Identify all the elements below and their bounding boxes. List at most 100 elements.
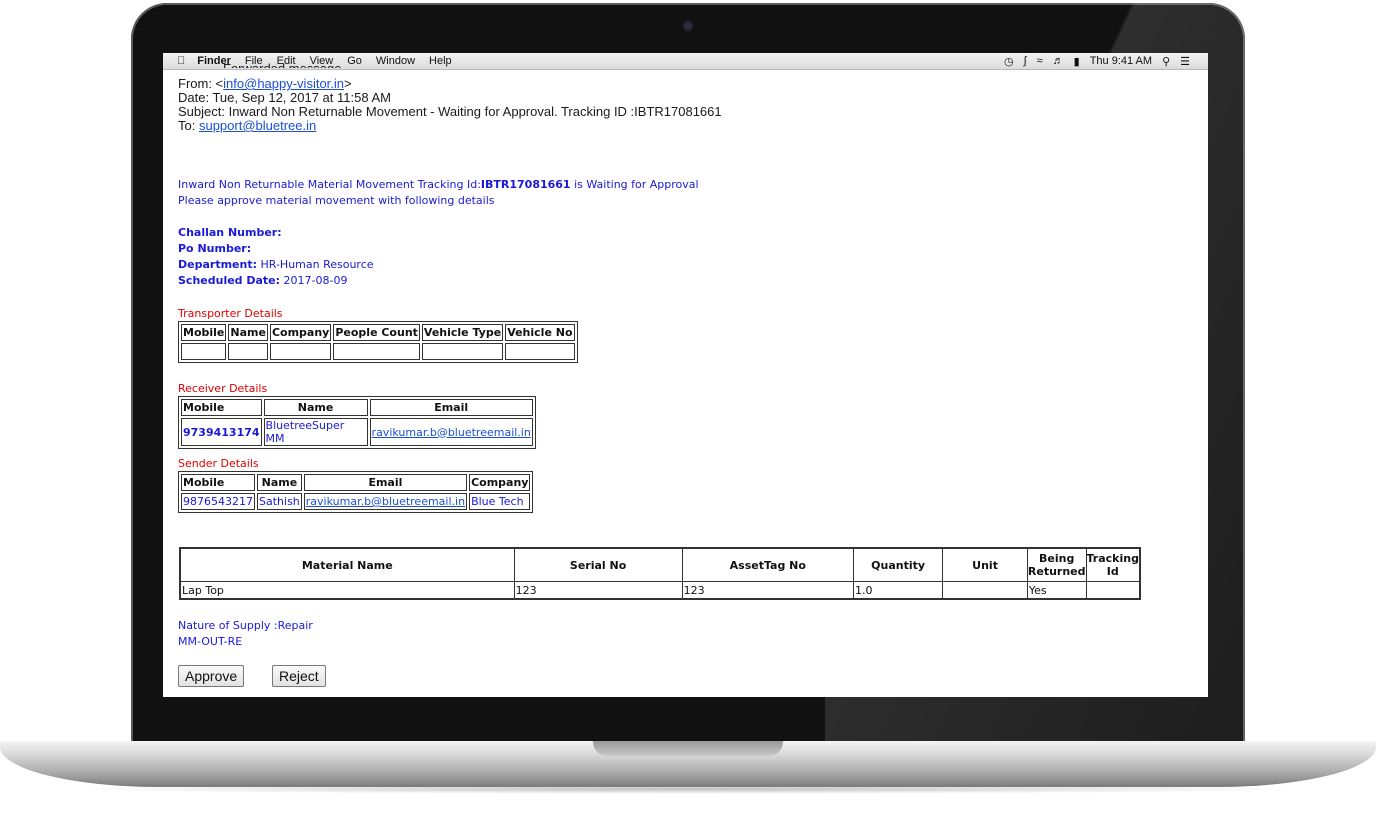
from-line: From: <info@happy-visitor.in> xyxy=(178,77,352,91)
receiver-title: Receiver Details xyxy=(178,382,268,395)
menu-go[interactable]: Go xyxy=(347,55,362,67)
table-row xyxy=(181,343,575,360)
po-line: Po Number: xyxy=(178,241,251,257)
department-label: Department: xyxy=(178,258,257,271)
being-returned: Yes xyxy=(1026,581,1087,600)
th-assettag-no: AssetTag No xyxy=(681,547,855,582)
clock[interactable]: Thu 9:41 AM xyxy=(1090,55,1152,67)
th-being-returned: Being Returned xyxy=(1026,547,1087,582)
sender-table: Mobile Name Email Company 9876543217 Sat… xyxy=(178,471,534,513)
th-company: Company xyxy=(269,324,332,341)
time-machine-icon[interactable]: ◷ xyxy=(1004,55,1014,68)
th-material-name: Material Name xyxy=(179,547,515,582)
th-serial-no: Serial No xyxy=(513,547,683,582)
wifi-icon[interactable]: ≈ xyxy=(1037,55,1043,67)
spotlight-icon[interactable]: ⚲ xyxy=(1162,55,1170,68)
table-header-row: Mobile Name Email Company xyxy=(181,474,531,491)
th-name: Name xyxy=(263,399,368,416)
approve-button[interactable]: Approve xyxy=(178,665,245,687)
reject-button[interactable]: Reject xyxy=(272,665,326,687)
unit xyxy=(942,581,1028,600)
date-line: Date: Tue, Sep 12, 2017 at 11:58 AM xyxy=(178,90,391,105)
table-cell xyxy=(505,343,575,360)
from-label: From: < xyxy=(178,76,224,91)
th-name: Name xyxy=(228,324,268,341)
from-suffix: > xyxy=(344,76,352,91)
to-line: To: support@bluetree.in xyxy=(178,119,316,133)
th-mobile: Mobile xyxy=(181,474,255,491)
receiver-email-link[interactable]: ravikumar.b@bluetreemail.in xyxy=(372,426,531,439)
sender-email-cell: ravikumar.b@bluetreemail.in xyxy=(303,493,468,510)
sender-company: Blue Tech xyxy=(469,493,531,510)
tracking-prefix: Inward Non Returnable Material Movement … xyxy=(178,178,481,191)
department-line: Department: HR-Human Resource xyxy=(178,257,374,273)
sender-email-link[interactable]: ravikumar.b@bluetreemail.in xyxy=(306,495,465,508)
laptop-notch xyxy=(593,741,783,756)
table-cell xyxy=(269,343,332,360)
th-vehicle-no: Vehicle No xyxy=(505,324,575,341)
table-cell xyxy=(421,343,504,360)
th-company: Company xyxy=(469,474,531,491)
forwarded-label: Forwarded message xyxy=(223,61,342,68)
table-header-row: Mobile Name Company People Count Vehicle… xyxy=(181,324,575,341)
department-value: HR-Human Resource xyxy=(256,258,374,271)
menu-window[interactable]: Window xyxy=(376,55,415,67)
th-mobile: Mobile xyxy=(181,399,262,416)
menu-help[interactable]: Help xyxy=(429,55,452,67)
screen:  Finder File Edit View Go Window Help ◷… xyxy=(163,53,1208,697)
sender-name: Sathish xyxy=(257,493,302,510)
th-email: Email xyxy=(369,399,533,416)
th-name: Name xyxy=(257,474,302,491)
challan-line: Challan Number: xyxy=(178,225,282,241)
scheduled-line: Scheduled Date: 2017-08-09 xyxy=(178,273,347,289)
receiver-name: BluetreeSuper MM xyxy=(263,418,368,446)
table-row: 9739413174 BluetreeSuper MM ravikumar.b@… xyxy=(181,418,533,446)
table-cell xyxy=(333,343,420,360)
tracking-suffix: is Waiting for Approval xyxy=(570,178,699,191)
transporter-table: Mobile Name Company People Count Vehicle… xyxy=(178,321,578,363)
battery-icon[interactable]: ▮ xyxy=(1074,55,1080,68)
receiver-table: Mobile Name Email 9739413174 BluetreeSup… xyxy=(178,396,536,449)
th-people-count: People Count xyxy=(333,324,420,341)
material-name: Lap Top xyxy=(179,581,515,600)
receiver-email-cell: ravikumar.b@bluetreemail.in xyxy=(369,418,533,446)
notification-center-icon[interactable]: ☰ xyxy=(1180,55,1190,68)
quantity: 1.0 xyxy=(852,581,944,600)
to-email-link[interactable]: support@bluetree.in xyxy=(199,118,316,133)
assettag-no: 123 xyxy=(681,581,855,600)
scheduled-value: 2017-08-09 xyxy=(280,274,348,287)
sender-title: Sender Details xyxy=(178,457,259,470)
th-unit: Unit xyxy=(942,547,1028,582)
from-email-link[interactable]: info@happy-visitor.in xyxy=(223,76,344,91)
th-tracking-id: Tracking Id xyxy=(1085,547,1141,582)
table-header-row: Mobile Name Email xyxy=(181,399,533,416)
to-label: To: xyxy=(178,118,199,133)
receiver-mobile: 9739413174 xyxy=(181,418,262,446)
apple-icon[interactable]:  xyxy=(177,55,185,67)
nature-of-supply: Nature of Supply :Repair xyxy=(178,619,313,632)
transporter-title: Transporter Details xyxy=(178,307,283,320)
th-quantity: Quantity xyxy=(852,547,944,582)
movement-code: MM-OUT-RE xyxy=(178,635,243,648)
approve-request: Please approve material movement with fo… xyxy=(178,194,495,207)
serial-no: 123 xyxy=(513,581,683,600)
volume-icon[interactable]: ♬ xyxy=(1053,55,1064,67)
scheduled-label: Scheduled Date: xyxy=(178,274,281,287)
table-cell xyxy=(181,343,227,360)
challan-label: Challan Number: xyxy=(178,226,282,239)
materials-table: Material Name Serial No AssetTag No Quan… xyxy=(179,547,1141,600)
status-area: ◷ ∫ ≈ ♬ ▮ Thu 9:41 AM ⚲ ☰ xyxy=(994,55,1190,68)
table-header-row: Material Name Serial No AssetTag No Quan… xyxy=(179,547,1141,582)
tracking-id-cell xyxy=(1085,581,1141,600)
table-row: 9876543217 Sathish ravikumar.b@bluetreem… xyxy=(181,493,531,510)
camera-icon xyxy=(682,20,694,32)
th-vehicle-type: Vehicle Type xyxy=(421,324,504,341)
th-email: Email xyxy=(303,474,468,491)
po-label: Po Number: xyxy=(178,242,252,255)
tracking-id: IBTR17081661 xyxy=(480,178,571,191)
bluetooth-icon[interactable]: ∫ xyxy=(1024,55,1027,67)
subject-line: Subject: Inward Non Returnable Movement … xyxy=(178,104,722,119)
table-cell xyxy=(228,343,268,360)
table-row: Lap Top 123 123 1.0 Yes xyxy=(179,581,1141,600)
sender-mobile: 9876543217 xyxy=(181,493,255,510)
